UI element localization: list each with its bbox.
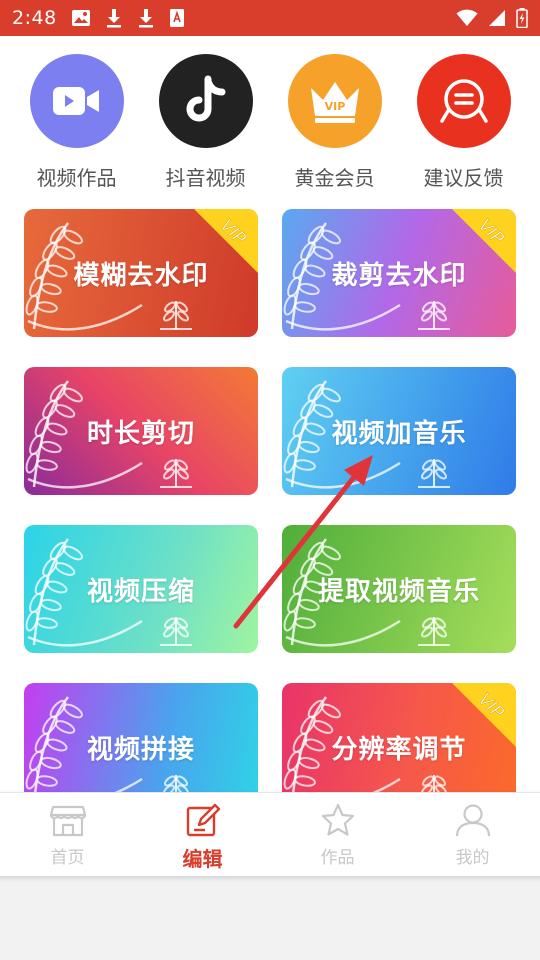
nav-tab-label: 我的 — [455, 848, 490, 868]
quick-action-label: 视频作品 — [36, 166, 117, 190]
download-icon — [137, 8, 155, 28]
wifi-icon — [456, 9, 478, 27]
quick-action-video-works[interactable]: 视频作品 — [12, 54, 141, 191]
feedback-icon — [416, 54, 511, 148]
feature-card-extract-music[interactable]: 提取视频音乐 — [282, 525, 516, 653]
feature-card-compress-video[interactable]: 视频压缩 — [24, 525, 258, 653]
feature-card-label: 分辨率调节 — [331, 734, 467, 765]
battery-icon — [516, 8, 528, 28]
shop-icon — [49, 803, 87, 841]
feature-card-label: 模糊去水印 — [73, 260, 209, 291]
quick-actions: 视频作品 抖音视频 VIP 黄金会员 建议反馈 — [0, 54, 540, 191]
app-window-shadow — [0, 876, 540, 882]
quick-action-feedback[interactable]: 建议反馈 — [399, 54, 528, 191]
system-icons — [456, 8, 528, 28]
nav-tab-label: 编辑 — [182, 847, 223, 871]
feature-card-label: 提取视频音乐 — [317, 576, 480, 607]
status-time: 2:48 — [12, 7, 57, 29]
nav-tab-mine[interactable]: 我的 — [405, 793, 540, 876]
edit-icon — [185, 803, 221, 841]
wheat-sprig-decoration — [418, 301, 450, 330]
app-screen: 2:48 视频作品 抖音视频 VIP 黄金会员 建议反馈 模糊去水印 VIP 裁… — [0, 0, 540, 876]
wheat-sprig-decoration — [160, 459, 192, 488]
nav-tab-label: 作品 — [320, 848, 355, 868]
feature-card-label: 时长剪切 — [86, 418, 195, 449]
quick-action-tiktok-video[interactable]: 抖音视频 — [141, 54, 270, 191]
person-icon — [454, 803, 492, 841]
text-file-icon — [169, 8, 185, 28]
wheat-sprig-decoration — [418, 617, 450, 646]
feature-card-blur-watermark[interactable]: 模糊去水印 VIP — [24, 209, 258, 337]
quick-action-label: 黄金会员 — [294, 166, 375, 190]
wheat-sprig-decoration — [418, 459, 450, 488]
tiktok-icon — [158, 54, 253, 148]
download-icon — [105, 8, 123, 28]
nav-tab-label: 首页 — [50, 848, 85, 868]
video-camera-icon — [29, 54, 124, 148]
quick-action-label: 抖音视频 — [165, 166, 246, 190]
feature-card-crop-watermark[interactable]: 裁剪去水印 VIP — [282, 209, 516, 337]
image-icon — [71, 9, 91, 27]
feature-card-label: 裁剪去水印 — [331, 260, 467, 291]
nav-tab-edit[interactable]: 编辑 — [135, 793, 270, 876]
quick-action-label: 建议反馈 — [423, 166, 504, 190]
wheat-sprig-decoration — [160, 617, 192, 646]
notification-icons — [71, 8, 185, 28]
bottom-navigation: 首页 编辑 作品 我的 — [0, 792, 540, 876]
feature-card-label: 视频加音乐 — [331, 418, 467, 449]
svg-text:VIP: VIP — [324, 100, 345, 113]
feature-card-add-music[interactable]: 视频加音乐 — [282, 367, 516, 495]
vip-crown-icon: VIP — [287, 54, 382, 148]
nav-tab-works[interactable]: 作品 — [270, 793, 405, 876]
feature-card-trim-duration[interactable]: 时长剪切 — [24, 367, 258, 495]
feature-card-label: 视频压缩 — [86, 576, 195, 607]
quick-action-gold-member[interactable]: VIP 黄金会员 — [270, 54, 399, 191]
signal-icon — [488, 9, 506, 27]
nav-tab-home[interactable]: 首页 — [0, 793, 135, 876]
star-icon — [319, 803, 357, 841]
feature-card-label: 视频拼接 — [86, 734, 195, 765]
wheat-sprig-decoration — [160, 301, 192, 330]
status-bar: 2:48 — [0, 0, 540, 36]
